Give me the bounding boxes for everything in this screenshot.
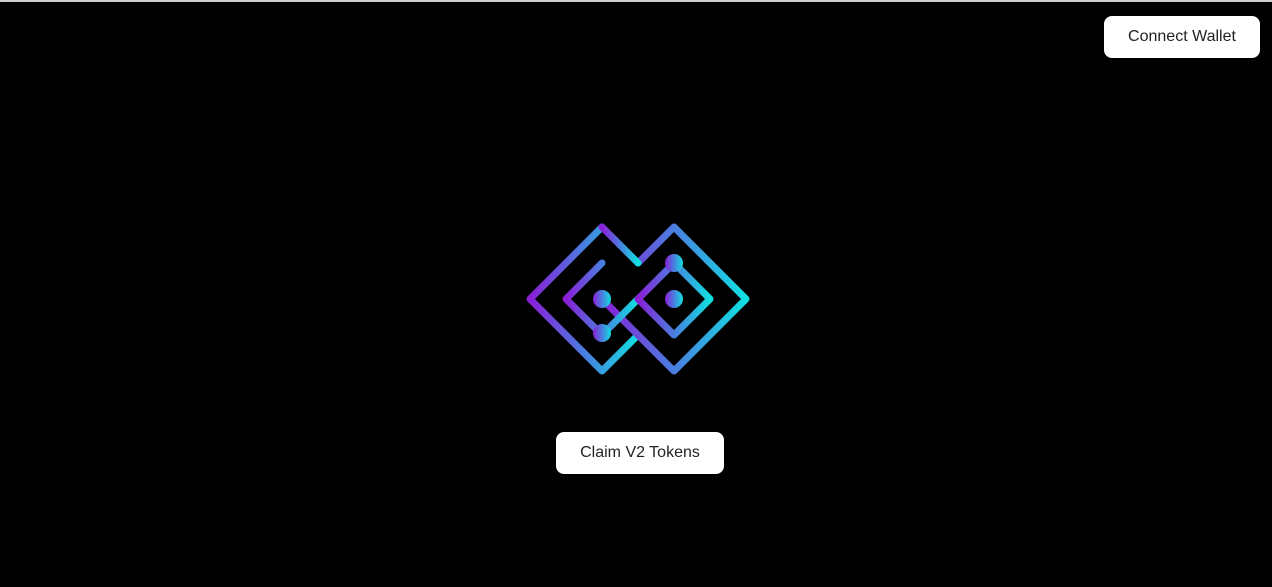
top-border <box>0 0 1272 2</box>
circuit-infinity-logo-icon <box>526 223 750 375</box>
connect-wallet-button[interactable]: Connect Wallet <box>1104 16 1260 58</box>
page: Connect Wallet Claim V2 Tokens <box>0 0 1272 587</box>
claim-v2-tokens-button[interactable]: Claim V2 Tokens <box>556 432 724 474</box>
